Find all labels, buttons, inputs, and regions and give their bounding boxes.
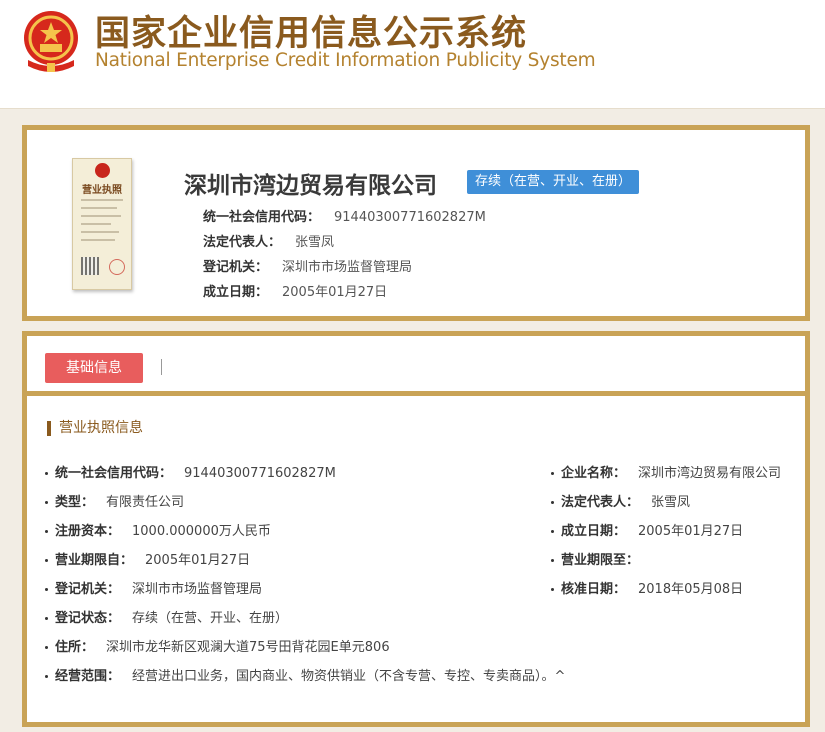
license-emblem-icon bbox=[95, 163, 110, 178]
field-approval-date: 核准日期： 2018年05月08日 bbox=[551, 578, 743, 597]
site-title-en: National Enterprise Credit Information P… bbox=[95, 50, 596, 71]
field-registration-status: 登记状态： 存续（在营、开业、在册） bbox=[45, 607, 288, 626]
qr-code-icon bbox=[81, 257, 99, 275]
tab-bar: 基础信息 bbox=[27, 336, 805, 396]
company-name: 深圳市湾边贸易有限公司 bbox=[184, 173, 437, 199]
summary-legal-rep: 法定代表人： 张雪凤 bbox=[203, 235, 335, 250]
field-legal-rep: 法定代表人： 张雪凤 bbox=[551, 491, 690, 510]
field-business-scope: 经营范围： 经营进出口业务，国内商业、物资供销业（不含专营、专控、专卖商品）。^ bbox=[45, 665, 565, 684]
section-title-license-info: 营业执照信息 bbox=[47, 421, 143, 436]
field-address: 住所： 深圳市龙华新区观澜大道75号田背花园E单元806 bbox=[45, 636, 390, 655]
summary-establish-date: 成立日期： 2005年01月27日 bbox=[203, 285, 388, 300]
field-credit-code: 统一社会信用代码： 91440300771602827M bbox=[45, 462, 336, 481]
business-license-thumbnail[interactable]: 营业执照 bbox=[72, 158, 132, 290]
field-establish-date: 成立日期： 2005年01月27日 bbox=[551, 520, 743, 539]
field-registration-authority: 登记机关： 深圳市市场监督管理局 bbox=[45, 578, 262, 597]
field-registered-capital: 注册资本： 1000.000000万人民币 bbox=[45, 520, 271, 539]
tab-separator bbox=[161, 359, 162, 375]
field-term-from: 营业期限自： 2005年01月27日 bbox=[45, 549, 250, 568]
company-summary-card: 营业执照 深圳市湾边贸易有限公司 存续（在营、开业、在册） 统一社会信用代码： 9… bbox=[22, 125, 810, 321]
site-title-cn: 国家企业信用信息公示系统 bbox=[95, 14, 528, 54]
site-header: 国家企业信用信息公示系统 National Enterprise Credit … bbox=[0, 0, 825, 109]
license-text-line bbox=[81, 207, 117, 209]
summary-registration-authority: 登记机关： 深圳市市场监督管理局 bbox=[203, 260, 413, 275]
field-company-name: 企业名称： 深圳市湾边贸易有限公司 bbox=[551, 462, 781, 481]
license-text-line bbox=[81, 215, 121, 217]
seal-icon bbox=[109, 259, 125, 275]
company-detail-card: 基础信息 营业执照信息 统一社会信用代码： 91440300771602827M … bbox=[22, 331, 810, 727]
field-term-to: 营业期限至： bbox=[551, 549, 651, 568]
national-emblem-icon bbox=[24, 11, 78, 72]
status-badge: 存续（在营、开业、在册） bbox=[467, 170, 640, 194]
tab-basic-info[interactable]: 基础信息 bbox=[45, 353, 143, 383]
license-text-line bbox=[81, 199, 123, 201]
license-text-line bbox=[81, 223, 111, 225]
license-text-line bbox=[81, 231, 119, 233]
field-type: 类型： 有限责任公司 bbox=[45, 491, 184, 510]
license-title: 营业执照 bbox=[82, 185, 122, 196]
summary-credit-code: 统一社会信用代码： 91440300771602827M bbox=[203, 210, 486, 225]
license-text-line bbox=[81, 239, 115, 241]
